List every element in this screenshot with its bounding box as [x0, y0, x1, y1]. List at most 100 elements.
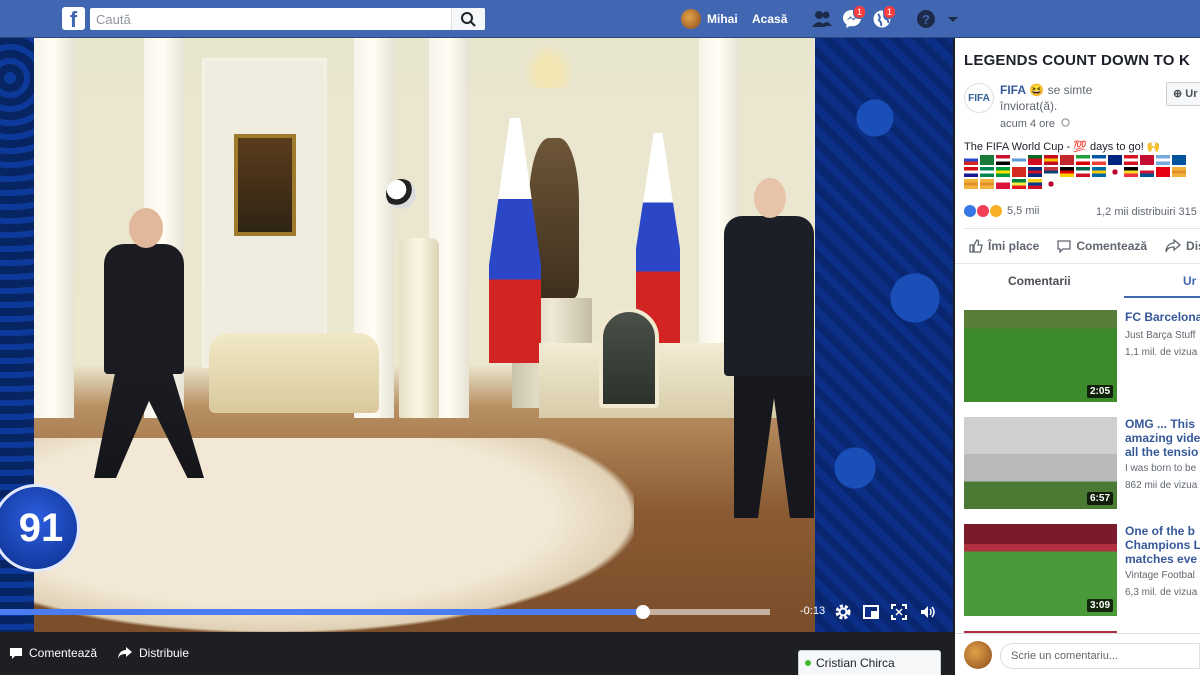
- comment-label: Comentează: [29, 646, 98, 660]
- notifications-globe-icon[interactable]: 1: [872, 5, 897, 29]
- picture-in-picture-icon[interactable]: [862, 603, 880, 621]
- flag-mx-icon: [1076, 167, 1090, 177]
- video-frame-pattern: [815, 38, 953, 632]
- messenger-icon[interactable]: 1: [842, 5, 867, 29]
- reactions-count: 5,5 mii: [1007, 205, 1040, 217]
- svg-text:?: ?: [922, 12, 930, 27]
- video-thumbnail[interactable]: 6:57: [964, 417, 1117, 509]
- search-button[interactable]: [451, 8, 485, 30]
- video-source[interactable]: I was born to be: [1125, 463, 1196, 474]
- like-button[interactable]: Îmi place: [969, 239, 1039, 253]
- avatar: [964, 641, 992, 669]
- flag-ch-icon: [1012, 167, 1026, 177]
- post-text: The FIFA World Cup - 💯 days to go! 🙌: [964, 141, 1161, 153]
- chat-contact-name: Cristian Chirca: [816, 656, 895, 670]
- video-thumbnail[interactable]: 2:05: [964, 310, 1117, 402]
- friend-requests-icon[interactable]: [811, 9, 832, 29]
- post-title: LEGENDS COUNT DOWN TO K: [964, 52, 1190, 69]
- flag-es-icon: [1044, 155, 1058, 165]
- comment-button[interactable]: Comentează: [9, 646, 97, 660]
- post-author[interactable]: FIFA: [1000, 83, 1026, 97]
- share-button[interactable]: Distribuie: [117, 646, 189, 660]
- settings-gear-icon[interactable]: [834, 603, 852, 621]
- video-title[interactable]: One of the b Champions L matches eve: [1125, 524, 1200, 568]
- comment-button[interactable]: Comentează: [1057, 239, 1147, 253]
- comment-composer: [955, 633, 1200, 675]
- video-thumbnail[interactable]: 3:09: [964, 524, 1117, 616]
- fullscreen-icon[interactable]: [890, 603, 908, 621]
- tab-up-next[interactable]: Ur: [1183, 274, 1196, 288]
- avatar: [681, 9, 701, 29]
- painting: [234, 134, 296, 236]
- thumbs-up-icon: [969, 239, 983, 253]
- grandfather-clock: [399, 238, 439, 418]
- video-progress-bar[interactable]: [0, 605, 770, 619]
- flag-emoji-row: [964, 155, 1200, 189]
- video-progress-fill: [0, 609, 643, 615]
- flag-be-icon: [1124, 167, 1138, 177]
- video-frame: [34, 38, 815, 632]
- flag-kr-icon: [1108, 167, 1122, 177]
- home-link[interactable]: Acasă: [752, 12, 787, 26]
- comment-icon: [10, 648, 22, 659]
- love-reaction-icon: [977, 205, 989, 217]
- flag-en-icon: [964, 179, 978, 189]
- person-right: [724, 178, 815, 518]
- search-icon: [461, 12, 476, 27]
- list-item[interactable]: 3:09 One of the b Champions L matches ev…: [964, 524, 1200, 619]
- flag-tn-icon: [1156, 167, 1170, 177]
- share-arrow-icon: [118, 647, 132, 659]
- share-arrow-icon: [1165, 239, 1182, 253]
- flag-pl-icon: [996, 179, 1010, 189]
- share-button[interactable]: Dist: [1165, 239, 1200, 253]
- video-views: 862 mii de vizua: [1125, 480, 1198, 491]
- video-player[interactable]: 91: [0, 38, 953, 632]
- search-input[interactable]: [90, 8, 485, 30]
- video-source[interactable]: Just Barça Stuff: [1125, 330, 1195, 341]
- flag-uy-icon: [1012, 155, 1026, 165]
- fifa-logo-icon[interactable]: FIFA: [964, 83, 994, 113]
- video-views: 1,1 mil. de vizua: [1125, 347, 1198, 358]
- video-source[interactable]: Vintage Footbal: [1125, 570, 1195, 581]
- time-remaining: -0:13: [800, 605, 826, 617]
- flag-ar-icon: [1156, 155, 1170, 165]
- video-title[interactable]: OMG ... This amazing vide all the tensio: [1125, 417, 1200, 461]
- facebook-logo-icon[interactable]: f: [62, 7, 85, 30]
- flag-en-icon: [980, 179, 994, 189]
- person-left: [94, 208, 204, 478]
- follow-button[interactable]: ⊕ Ur: [1166, 82, 1200, 106]
- reactions-summary[interactable]: 5,5 mii: [964, 205, 1039, 217]
- football: [386, 179, 416, 209]
- comment-input[interactable]: [1000, 643, 1200, 669]
- notifications-badge: 1: [883, 5, 897, 19]
- flag-cr-icon: [1028, 167, 1042, 177]
- flag-ng-icon: [980, 167, 994, 177]
- flag-se-icon: [1092, 167, 1106, 177]
- video-duration: 2:05: [1086, 385, 1113, 398]
- video-views: 6,3 mil. de vizua: [1125, 587, 1198, 598]
- share-label: Distribuie: [139, 646, 190, 660]
- tab-comments[interactable]: Comentarii: [1008, 274, 1071, 288]
- video-title[interactable]: FC Barcelona: [1125, 310, 1200, 326]
- flag-fr-icon: [1092, 155, 1106, 165]
- flag-dk-icon: [1140, 155, 1154, 165]
- post-time[interactable]: acum 4 ore: [1000, 118, 1070, 130]
- profile-link[interactable]: Mihai: [681, 8, 738, 30]
- chair: [599, 308, 659, 408]
- post-actions: Îmi place Comentează Dist: [969, 239, 1200, 253]
- list-item[interactable]: 2:05 FC Barcelona Just Barça Stuff 1,1 m…: [964, 310, 1200, 405]
- flag-en-icon: [1172, 167, 1186, 177]
- list-item[interactable]: 6:57 OMG ... This amazing vide all the t…: [964, 417, 1200, 512]
- help-icon[interactable]: ?: [916, 9, 936, 29]
- shares-count[interactable]: 1,2 mii distribuiri 315: [1096, 206, 1197, 218]
- chat-tab[interactable]: Cristian Chirca: [798, 650, 941, 675]
- flag-co-icon: [1028, 179, 1042, 189]
- volume-icon[interactable]: [919, 603, 937, 621]
- globe-icon: [1061, 118, 1070, 127]
- user-name: Mihai: [707, 12, 738, 26]
- account-menu-chevron-down-icon[interactable]: [946, 9, 966, 29]
- russian-flag: [489, 118, 541, 363]
- panel-tabs: Comentarii Ur: [955, 271, 1200, 299]
- video-scrubber-handle[interactable]: [635, 605, 650, 619]
- flag-de-icon: [1060, 167, 1074, 177]
